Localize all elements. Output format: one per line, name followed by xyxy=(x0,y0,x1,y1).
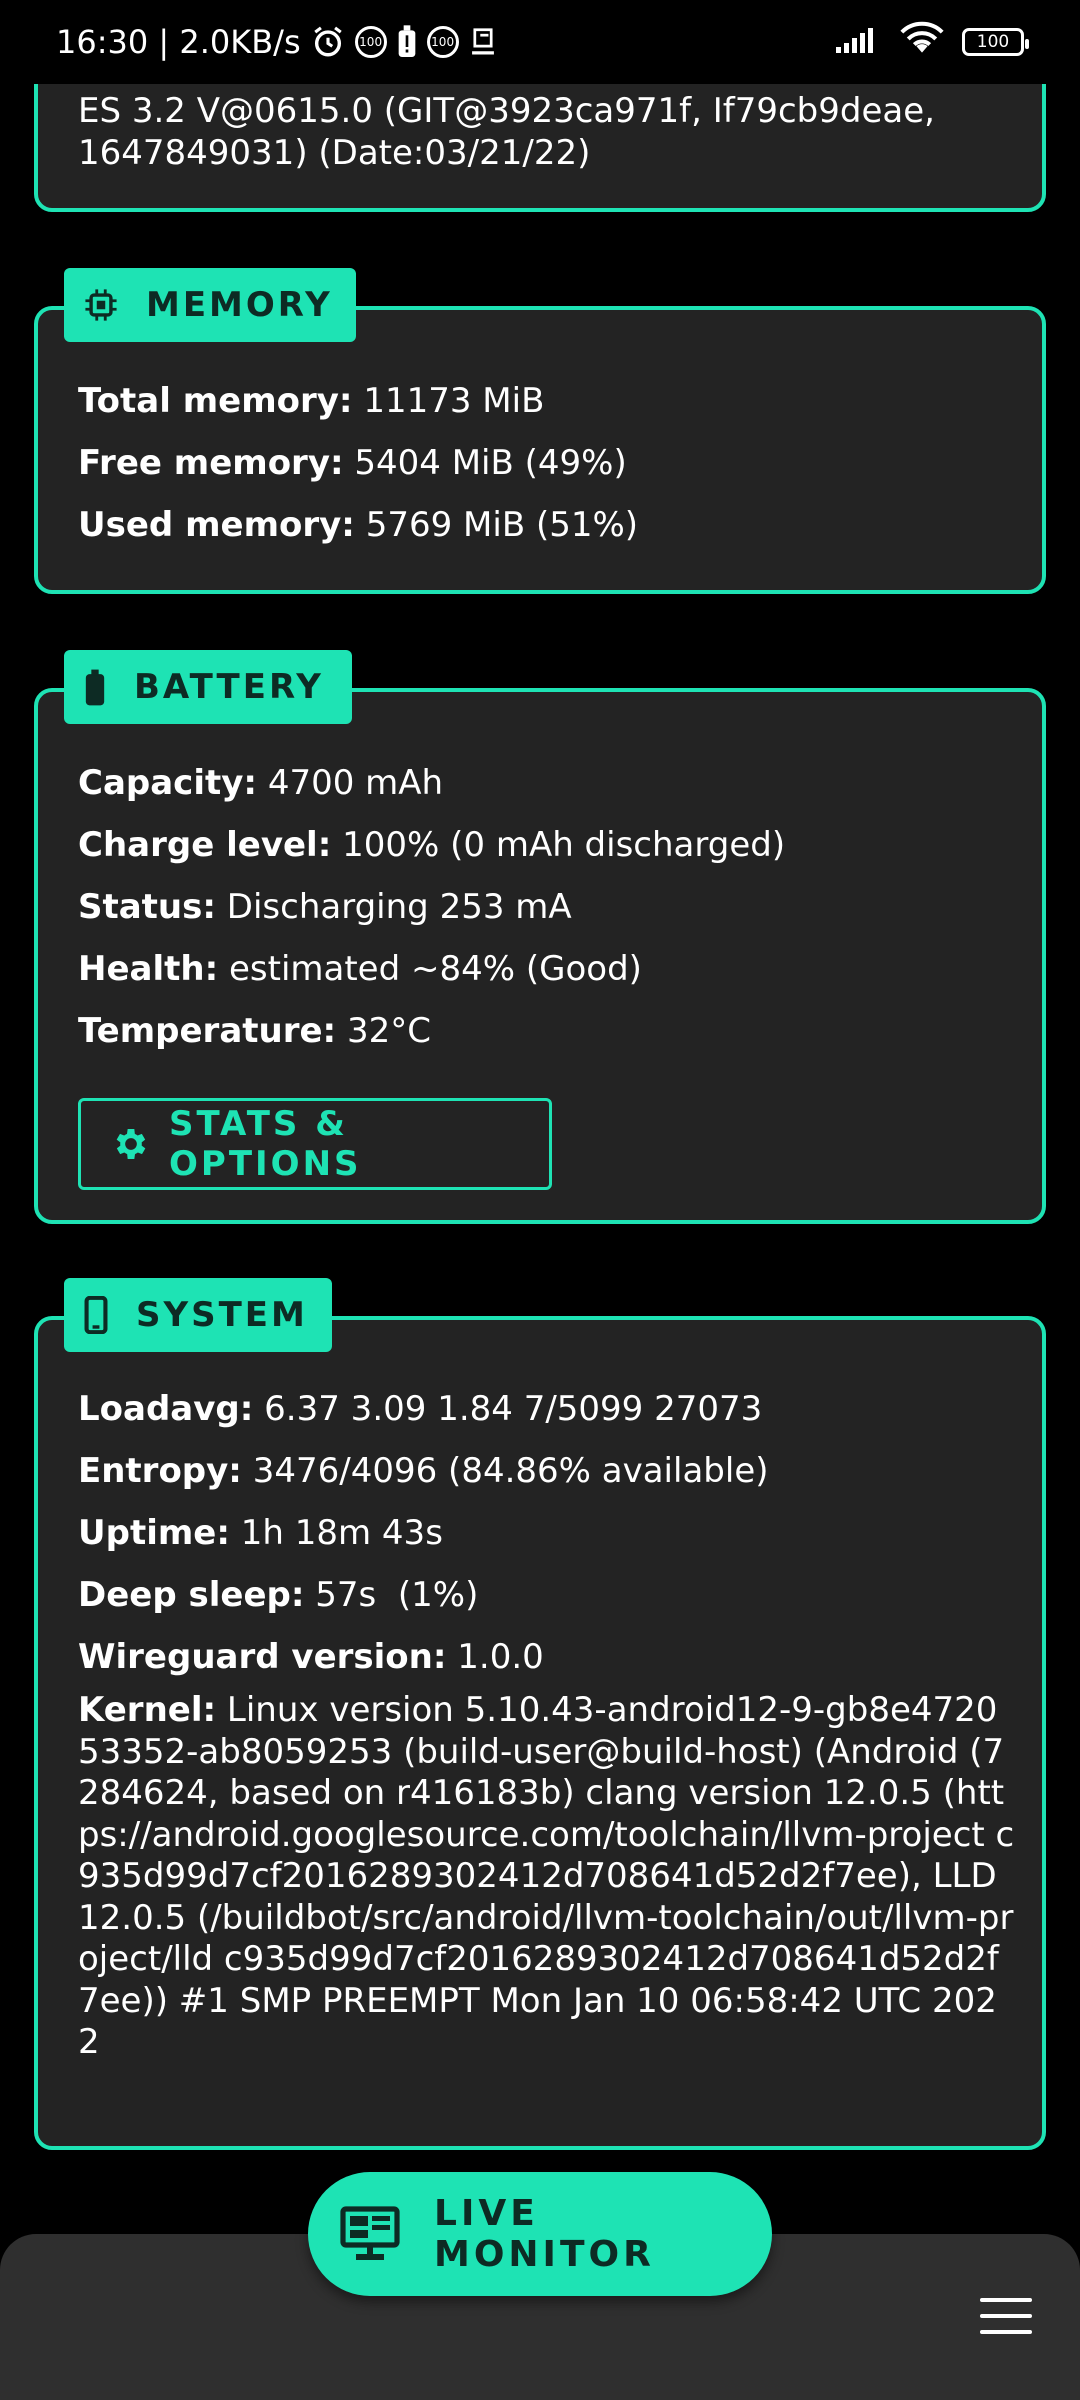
row-label: Capacity: xyxy=(78,763,257,803)
row-label: Health: xyxy=(78,949,219,989)
row-value: 1h 18m 43s xyxy=(240,1513,443,1553)
stats-options-button[interactable]: STATS & OPTIONS xyxy=(78,1098,552,1190)
gpu-info-line-2: 1647849031) (Date:03/21/22) xyxy=(78,133,591,173)
live-monitor-label: LIVE MONITOR xyxy=(434,2193,655,2275)
memory-card-title: MEMORY xyxy=(64,268,356,342)
system-card: SYSTEM Loadavg: 6.37 3.09 1.84 7/5099 27… xyxy=(34,1278,1046,2150)
row-value: estimated ~84% (Good) xyxy=(228,949,642,989)
row-label: Charge level: xyxy=(78,825,332,865)
system-title-text: SYSTEM xyxy=(136,1295,308,1335)
status-row: Status: Discharging 253 mA xyxy=(78,886,572,928)
row-label: Wireguard version: xyxy=(78,1637,447,1677)
monitor-icon xyxy=(340,2206,400,2262)
total-memory-row: Total memory: 11173 MiB xyxy=(78,380,544,422)
health-row: Health: estimated ~84% (Good) xyxy=(78,948,642,990)
hamburger-menu-icon[interactable] xyxy=(980,2298,1032,2338)
deep-sleep-row: Deep sleep: 57s (1%) xyxy=(78,1574,478,1616)
battery-alert-icon xyxy=(397,25,417,59)
status-bar: 16:30 | 2.0KB/s 100 100 100 xyxy=(0,0,1080,84)
app-notification-icon xyxy=(469,27,497,57)
row-value: 32°C xyxy=(346,1011,431,1051)
battery-icon xyxy=(84,667,106,707)
row-label: Uptime: xyxy=(78,1513,230,1553)
chip-icon xyxy=(84,285,118,325)
screen: 16:30 | 2.0KB/s 100 100 100 ES 3.2 V@061… xyxy=(0,0,1080,2400)
memory-card: MEMORY Total memory: 11173 MiB Free memo… xyxy=(34,268,1046,594)
row-value: Discharging 253 mA xyxy=(226,887,572,927)
row-label: Deep sleep: xyxy=(78,1575,305,1615)
uptime-row: Uptime: 1h 18m 43s xyxy=(78,1512,443,1554)
row-value: 4700 mAh xyxy=(267,763,444,803)
row-value: 57s (1%) xyxy=(315,1575,479,1615)
row-value: 11173 MiB xyxy=(363,381,545,421)
notification-badge-icon: 100 xyxy=(354,26,387,58)
row-label: Free memory: xyxy=(78,443,344,483)
loadavg-row: Loadavg: 6.37 3.09 1.84 7/5099 27073 xyxy=(78,1388,762,1430)
battery-title-text: BATTERY xyxy=(134,667,324,707)
row-value: 100% (0 mAh discharged) xyxy=(342,825,786,865)
kernel-row: Kernel: Linux version 5.10.43-android12-… xyxy=(78,1690,1018,2064)
row-label: Status: xyxy=(78,887,216,927)
row-value: 6.37 3.09 1.84 7/5099 27073 xyxy=(264,1389,763,1429)
battery-level-icon: 100 xyxy=(962,28,1029,56)
phone-icon xyxy=(84,1295,108,1335)
temperature-row: Temperature: 32°C xyxy=(78,1010,431,1052)
row-value: 5769 MiB (51%) xyxy=(365,505,639,545)
row-value: 1.0.0 xyxy=(457,1637,544,1677)
row-label: Temperature: xyxy=(78,1011,337,1051)
signal-icon xyxy=(836,23,882,61)
stats-options-label: STATS & OPTIONS xyxy=(169,1104,362,1184)
status-time-speed: 16:30 | 2.0KB/s xyxy=(56,23,301,61)
row-label: Entropy: xyxy=(78,1451,242,1491)
battery-card: BATTERY Capacity: 4700 mAh Charge level:… xyxy=(34,650,1046,1224)
charge-level-row: Charge level: 100% (0 mAh discharged) xyxy=(78,824,785,866)
used-memory-row: Used memory: 5769 MiB (51%) xyxy=(78,504,638,546)
gear-icon xyxy=(111,1124,151,1164)
entropy-row: Entropy: 3476/4096 (84.86% available) xyxy=(78,1450,769,1492)
row-value: 5404 MiB (49%) xyxy=(354,443,627,483)
row-value: 3476/4096 (84.86% available) xyxy=(252,1451,769,1491)
wireguard-row: Wireguard version: 1.0.0 xyxy=(78,1636,544,1678)
kernel-label: Kernel: xyxy=(78,1690,217,1730)
row-label: Total memory: xyxy=(78,381,353,421)
notification-badge-icon-2: 100 xyxy=(426,26,459,58)
capacity-row: Capacity: 4700 mAh xyxy=(78,762,443,804)
gpu-info-line-1: ES 3.2 V@0615.0 (GIT@3923ca971f, If79cb9… xyxy=(78,91,935,131)
row-label: Used memory: xyxy=(78,505,355,545)
battery-card-title: BATTERY xyxy=(64,650,352,724)
wifi-icon xyxy=(900,21,944,63)
live-monitor-button[interactable]: LIVE MONITOR xyxy=(308,2172,772,2296)
kernel-value: Linux version 5.10.43-android12-9-gb8e47… xyxy=(78,1690,1015,2062)
row-label: Loadavg: xyxy=(78,1389,254,1429)
memory-title-text: MEMORY xyxy=(146,285,333,325)
system-card-title: SYSTEM xyxy=(64,1278,332,1352)
free-memory-row: Free memory: 5404 MiB (49%) xyxy=(78,442,627,484)
alarm-icon xyxy=(311,25,345,59)
